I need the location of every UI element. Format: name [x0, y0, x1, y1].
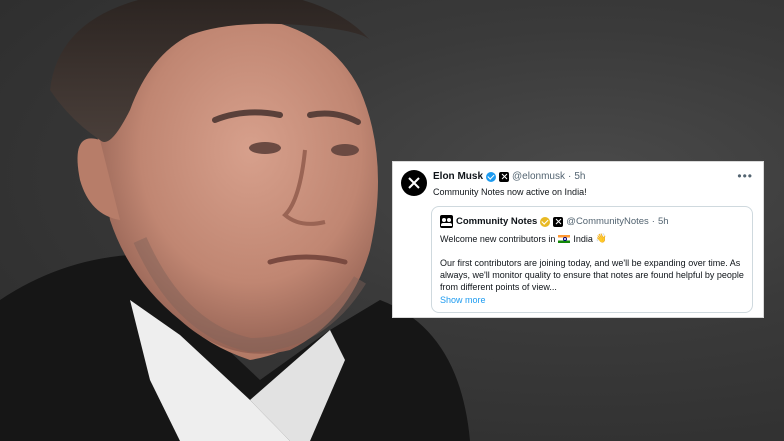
more-options-icon[interactable]: ••• — [737, 169, 753, 183]
gold-verified-badge-icon — [540, 216, 551, 227]
author-name[interactable]: Elon Musk — [433, 171, 483, 182]
x-affiliate-icon — [553, 216, 564, 227]
tweet-text: Community Notes now active on India! — [433, 187, 587, 197]
quote-welcome-line: Welcome new contributors in India 👋 — [440, 233, 607, 244]
quote-time[interactable]: 5h — [658, 216, 669, 227]
tweet-time[interactable]: 5h — [574, 171, 585, 182]
image-stage: Elon Musk @elonmusk · 5h ••• Community N… — [0, 0, 784, 441]
dot-separator: · — [567, 171, 572, 182]
tweet-card[interactable]: Elon Musk @elonmusk · 5h ••• Community N… — [392, 161, 764, 318]
india-flag-icon — [558, 234, 571, 243]
tweet-header: Elon Musk @elonmusk · 5h — [433, 171, 585, 182]
quote-author-name[interactable]: Community Notes — [456, 216, 537, 227]
waving-hand-icon: 👋 — [595, 233, 608, 243]
community-notes-avatar-icon[interactable] — [440, 215, 453, 228]
welcome-text: Welcome new contributors in — [440, 233, 556, 244]
dot-separator: · — [651, 216, 655, 227]
country-text: India — [573, 233, 593, 244]
x-affiliate-icon — [499, 171, 510, 182]
quote-author-handle[interactable]: @CommunityNotes — [566, 216, 649, 227]
x-logo-icon — [408, 177, 420, 189]
quoted-tweet[interactable]: Community Notes @CommunityNotes · 5h Wel… — [431, 206, 753, 313]
show-more-link[interactable]: Show more — [440, 295, 486, 305]
quote-body: Our first contributors are joining today… — [440, 258, 744, 292]
author-handle[interactable]: @elonmusk — [512, 171, 565, 182]
quote-header: Community Notes @CommunityNotes · 5h — [440, 215, 669, 228]
verified-badge-icon — [486, 171, 497, 182]
x-logo-avatar[interactable] — [401, 170, 427, 196]
